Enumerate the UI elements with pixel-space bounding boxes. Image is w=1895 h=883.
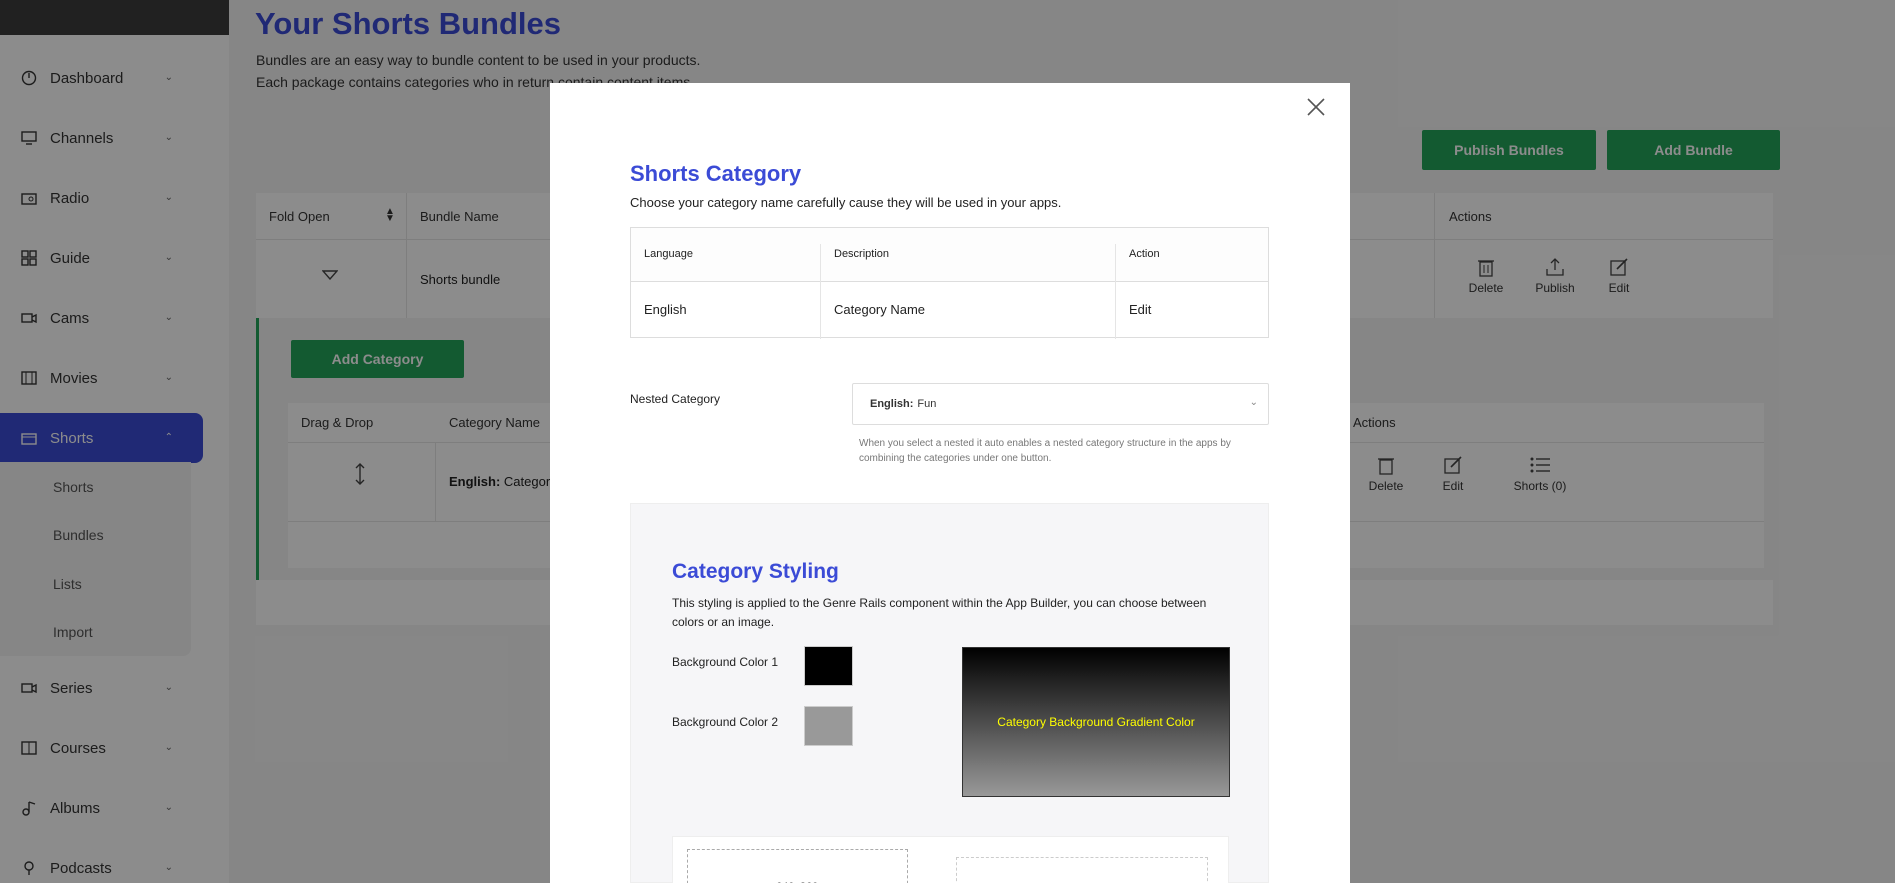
edit-language-link[interactable]: Edit — [1129, 302, 1151, 317]
modal-subtitle: Choose your category name carefully caus… — [630, 195, 1062, 210]
nested-category-value: Fun — [917, 398, 937, 410]
nested-category-help: When you select a nested it auto enables… — [859, 438, 1231, 464]
styling-title: Category Styling — [672, 560, 839, 583]
modal-title: Shorts Category — [630, 161, 802, 186]
nested-category-select[interactable]: English: Fun ⌄ — [852, 383, 1269, 425]
gradient-preview-label: Category Background Gradient Color — [997, 715, 1195, 729]
table-header — [631, 228, 1268, 282]
shorts-category-modal: Shorts Category Choose your category nam… — [550, 83, 1350, 883]
close-icon[interactable] — [1304, 95, 1328, 119]
image-preview-box — [956, 857, 1208, 883]
column-header-description: Description — [834, 248, 890, 260]
chevron-down-icon: ⌄ — [1249, 397, 1258, 408]
divider — [820, 244, 821, 339]
divider — [1115, 244, 1116, 339]
description-cell: Category Name — [834, 302, 926, 317]
background-color-2-swatch[interactable] — [804, 706, 853, 746]
category-styling-panel: Category Styling This styling is applied… — [630, 503, 1269, 883]
image-upload-area: 640x360 — [672, 836, 1229, 883]
language-cell: English — [644, 302, 687, 317]
nested-category-label: Nested Category — [630, 392, 721, 406]
background-color-1-swatch[interactable] — [804, 646, 853, 686]
column-header-action: Action — [1129, 248, 1160, 260]
nested-language-prefix: English: — [870, 398, 914, 410]
styling-description: This styling is applied to the Genre Rai… — [672, 596, 1207, 629]
gradient-preview: Category Background Gradient Color — [962, 647, 1230, 797]
background-color-2-label: Background Color 2 — [672, 715, 779, 729]
background-color-1-label: Background Color 1 — [672, 655, 779, 669]
column-header-language: Language — [644, 248, 693, 260]
language-table: Language Description Action English Cate… — [630, 227, 1269, 339]
image-dropzone[interactable]: 640x360 — [687, 849, 908, 883]
